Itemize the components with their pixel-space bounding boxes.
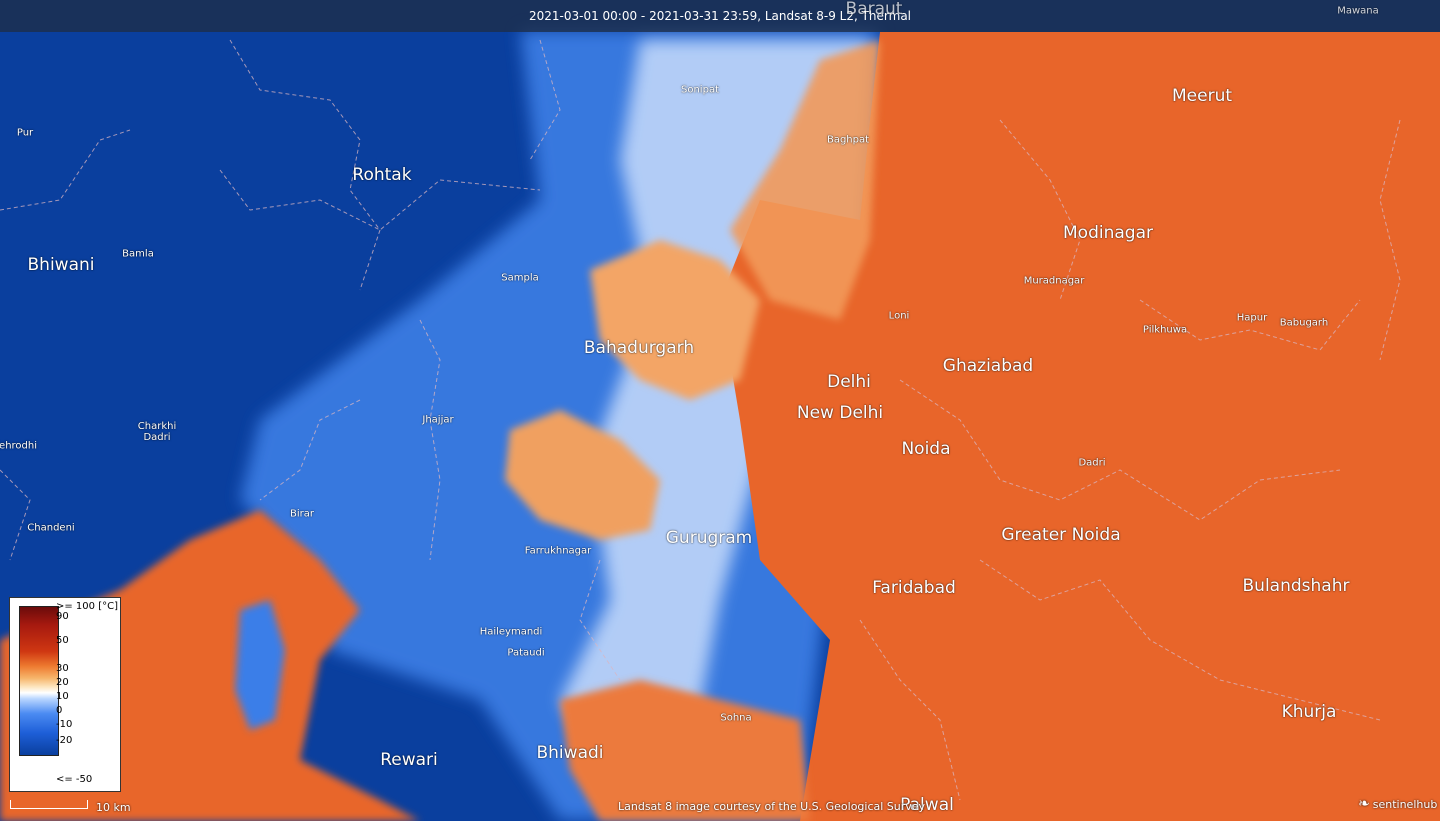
place-label: Sohna: [720, 712, 752, 724]
sentinelhub-logo-icon: ❧: [1358, 796, 1370, 812]
legend-tick: 10: [56, 691, 69, 702]
place-label: Ghaziabad: [942, 356, 1034, 376]
place-label: Bahadurgarh: [583, 338, 695, 358]
place-label: Dadri: [1078, 457, 1106, 469]
place-label: Baghpat: [826, 134, 870, 146]
place-label: Mawana: [1337, 5, 1379, 17]
place-label: Faridabad: [872, 578, 956, 598]
brand-label: sentinelhub: [1372, 797, 1438, 811]
place-label: Bulandshahr: [1242, 576, 1350, 596]
place-label: Birar: [290, 508, 314, 520]
place-label: Gurugram: [665, 528, 753, 548]
place-label: Bhiwani: [27, 255, 95, 275]
place-label: Noida: [901, 439, 951, 459]
place-label: Chandeni: [27, 522, 75, 534]
place-label: Charkhi Dadri: [137, 421, 177, 443]
place-label: Kehrodhi: [0, 440, 38, 452]
place-label: Sampla: [501, 272, 539, 284]
attribution-text: Landsat 8 image courtesy of the U.S. Geo…: [618, 800, 926, 813]
legend-tick: 20: [56, 677, 69, 688]
legend-tick: 0: [56, 705, 63, 716]
sentinelhub-brand[interactable]: ❧ sentinelhub: [1358, 796, 1437, 812]
place-label: Baraut: [845, 0, 903, 19]
top-bar: 2021-03-01 00:00 - 2021-03-31 23:59, Lan…: [0, 0, 1440, 32]
place-label: Sonipat: [681, 84, 719, 96]
place-label: Hapur: [1236, 312, 1268, 324]
place-label: Delhi: [827, 372, 871, 392]
legend-tick: 90: [56, 611, 69, 622]
legend-tick: 50: [56, 635, 69, 646]
legend-min-label: <= -50: [56, 774, 93, 785]
place-label: Pur: [16, 127, 34, 139]
place-label: Rewari: [380, 750, 438, 770]
place-label: Farrukhnagar: [524, 545, 592, 557]
temperature-legend: >= 100 [°C] 90 50 30 20 10 0 -10 -20 <= …: [9, 597, 121, 792]
legend-color-ramp: [19, 606, 59, 756]
place-label: Muradnagar: [1023, 275, 1085, 287]
place-label: Jhajjar: [422, 414, 454, 426]
legend-tick: -10: [56, 719, 73, 730]
legend-tick: -20: [56, 735, 73, 746]
place-label: Khurja: [1281, 702, 1337, 722]
place-label: Pilkhuwa: [1142, 324, 1188, 336]
place-label: Babugarh: [1279, 317, 1329, 329]
place-label: Haileymandi: [479, 626, 543, 638]
place-label: Modinagar: [1063, 223, 1153, 243]
place-label: Bhiwadi: [536, 743, 604, 763]
thermal-map[interactable]: [0, 0, 1440, 821]
place-label: New Delhi: [796, 403, 884, 423]
place-label: Greater Noida: [1001, 525, 1121, 545]
place-label: Loni: [888, 310, 910, 322]
place-label: Bamla: [122, 248, 154, 260]
place-label: Rohtak: [352, 165, 412, 185]
place-label: Pataudi: [507, 647, 545, 659]
scale-bar: [10, 800, 88, 809]
scale-label: 10 km: [96, 801, 131, 814]
place-label: Meerut: [1171, 86, 1233, 106]
legend-tick: 30: [56, 663, 69, 674]
